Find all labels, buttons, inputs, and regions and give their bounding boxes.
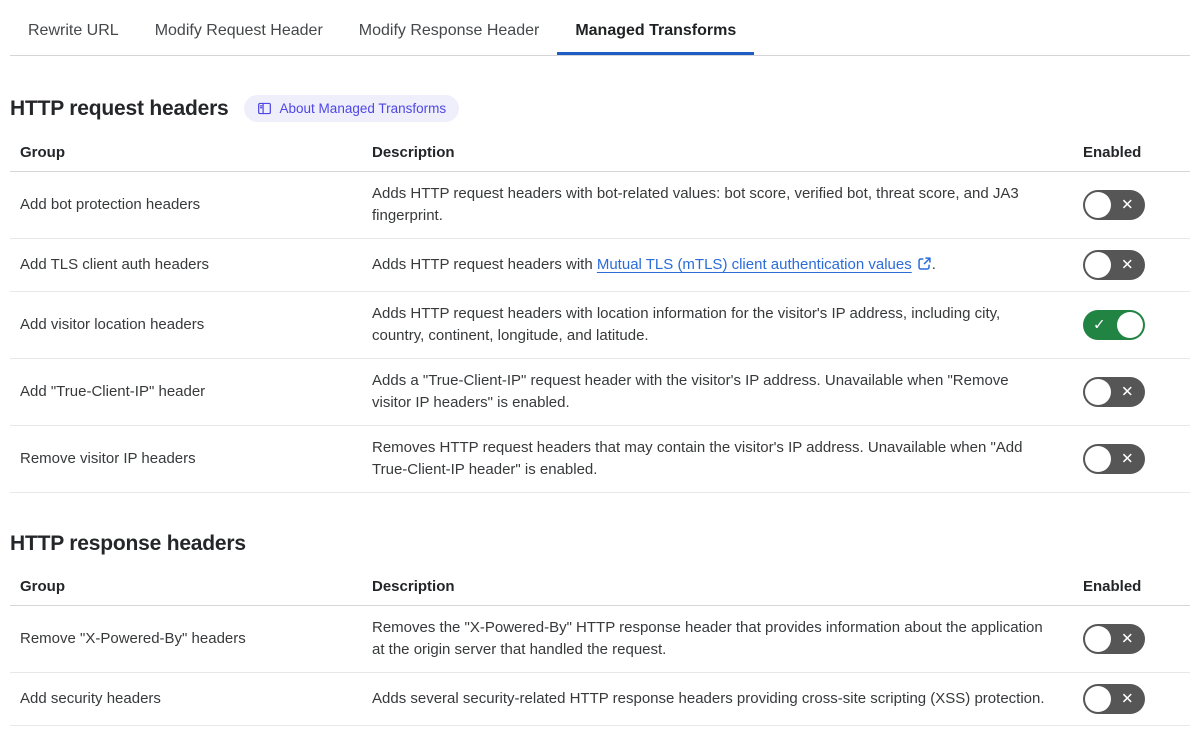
table-row: Remove visitor IP headers Removes HTTP r… <box>10 426 1190 493</box>
request-section-head: HTTP request headers About Managed Trans… <box>10 95 1190 122</box>
toggle-knob <box>1085 252 1111 278</box>
toggle-knob <box>1117 312 1143 338</box>
row-description: Adds several security-related HTTP respo… <box>372 690 1045 707</box>
toggle-knob <box>1085 626 1111 652</box>
tab-modify-response-header[interactable]: Modify Response Header <box>341 8 558 55</box>
table-row: Add bot protection headers Adds HTTP req… <box>10 172 1190 239</box>
toggle-state-icon: ✕ <box>1121 383 1134 401</box>
description-link[interactable]: Mutual TLS (mTLS) client authentication … <box>597 256 932 273</box>
row-description: Adds HTTP request headers with Mutual TL… <box>372 256 936 273</box>
enabled-toggle[interactable]: ✕ <box>1083 624 1145 654</box>
toggle-knob <box>1085 192 1111 218</box>
row-enabled-cell: ✕ <box>1083 190 1190 220</box>
column-header-enabled: Enabled <box>1083 578 1142 595</box>
enabled-toggle[interactable]: ✕ <box>1083 684 1145 714</box>
tab-modify-request-header[interactable]: Modify Request Header <box>137 8 341 55</box>
toggle-knob <box>1085 379 1111 405</box>
row-group-label: Add TLS client auth headers <box>20 256 210 273</box>
row-group-label: Add security headers <box>20 690 161 707</box>
table-row: Add "True-Client-IP" header Adds a "True… <box>10 359 1190 426</box>
response-table-body: Remove "X-Powered-By" headers Removes th… <box>10 606 1190 726</box>
column-header-description: Description <box>372 578 455 595</box>
response-headers-table: Group Description Enabled Remove "X-Powe… <box>10 569 1190 726</box>
enabled-toggle[interactable]: ✕ <box>1083 250 1145 280</box>
toggle-state-icon: ✕ <box>1121 256 1134 274</box>
column-header-group: Group <box>20 578 65 595</box>
table-row: Add visitor location headers Adds HTTP r… <box>10 292 1190 359</box>
row-description: Removes HTTP request headers that may co… <box>372 439 1023 478</box>
row-group-label: Remove visitor IP headers <box>20 450 196 467</box>
request-table-header: Group Description Enabled <box>10 135 1190 172</box>
request-headers-table: Group Description Enabled Add bot protec… <box>10 135 1190 493</box>
row-description: Adds a "True-Client-IP" request header w… <box>372 372 1009 411</box>
row-description: Adds HTTP request headers with bot-relat… <box>372 185 1019 224</box>
column-header-description: Description <box>372 144 455 161</box>
response-headers-section: HTTP response headers Group Description … <box>10 532 1190 726</box>
column-header-group: Group <box>20 144 65 161</box>
row-group-label: Add bot protection headers <box>20 196 201 213</box>
badge-label: About Managed Transforms <box>279 101 447 116</box>
row-description: Removes the "X-Powered-By" HTTP response… <box>372 619 1043 658</box>
request-section-title: HTTP request headers <box>10 96 229 120</box>
enabled-toggle[interactable]: ✕ <box>1083 444 1145 474</box>
table-row: Remove "X-Powered-By" headers Removes th… <box>10 606 1190 673</box>
toggle-state-icon: ✕ <box>1121 630 1134 648</box>
managed-transforms-page: Rewrite URL Modify Request Header Modify R… <box>0 0 1200 726</box>
tab-bar: Rewrite URL Modify Request Header Modify R… <box>10 0 1190 56</box>
row-group-label: Add visitor location headers <box>20 316 205 333</box>
enabled-toggle[interactable]: ✕ <box>1083 377 1145 407</box>
book-icon <box>257 102 271 115</box>
enabled-toggle[interactable]: ✕ <box>1083 190 1145 220</box>
toggle-knob <box>1085 446 1111 472</box>
request-headers-section: HTTP request headers About Managed Trans… <box>10 95 1190 493</box>
response-section-head: HTTP response headers <box>10 532 1190 556</box>
tab-managed-transforms[interactable]: Managed Transforms <box>557 8 754 55</box>
row-description: Adds HTTP request headers with location … <box>372 305 1001 344</box>
toggle-knob <box>1085 686 1111 712</box>
enabled-toggle[interactable]: ✓ <box>1083 310 1145 340</box>
table-row: Add TLS client auth headers Adds HTTP re… <box>10 239 1190 292</box>
tab-rewrite-url[interactable]: Rewrite URL <box>10 8 137 55</box>
toggle-state-icon: ✓ <box>1093 316 1106 334</box>
external-link-icon <box>918 257 931 270</box>
toggle-state-icon: ✕ <box>1121 196 1134 214</box>
table-row: Add security headers Adds several securi… <box>10 673 1190 726</box>
row-enabled-cell: ✕ <box>1083 377 1190 407</box>
column-header-enabled: Enabled <box>1083 144 1142 161</box>
row-enabled-cell: ✓ <box>1083 310 1190 340</box>
row-enabled-cell: ✕ <box>1083 250 1190 280</box>
response-section-title: HTTP response headers <box>10 532 246 555</box>
row-enabled-cell: ✕ <box>1083 624 1190 654</box>
row-enabled-cell: ✕ <box>1083 684 1190 714</box>
response-table-header: Group Description Enabled <box>10 569 1190 606</box>
row-group-label: Add "True-Client-IP" header <box>20 383 206 400</box>
toggle-state-icon: ✕ <box>1121 450 1134 468</box>
request-table-body: Add bot protection headers Adds HTTP req… <box>10 172 1190 493</box>
about-managed-transforms-badge[interactable]: About Managed Transforms <box>243 95 460 122</box>
toggle-state-icon: ✕ <box>1121 690 1134 708</box>
row-enabled-cell: ✕ <box>1083 444 1190 474</box>
row-group-label: Remove "X-Powered-By" headers <box>20 630 246 647</box>
